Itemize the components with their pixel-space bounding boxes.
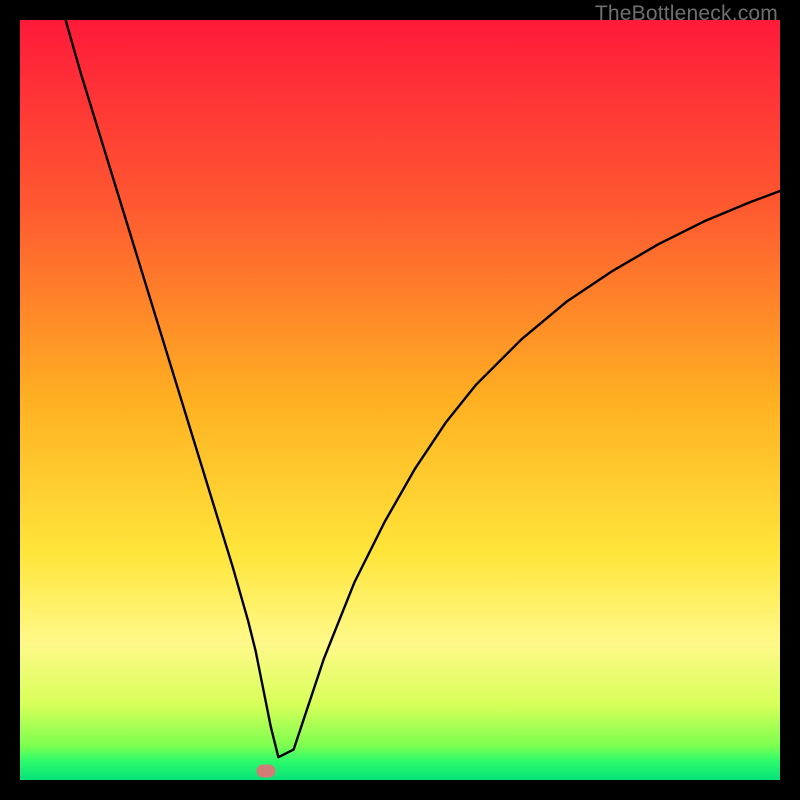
bottleneck-curve bbox=[20, 20, 780, 780]
optimal-point-marker bbox=[257, 764, 276, 777]
